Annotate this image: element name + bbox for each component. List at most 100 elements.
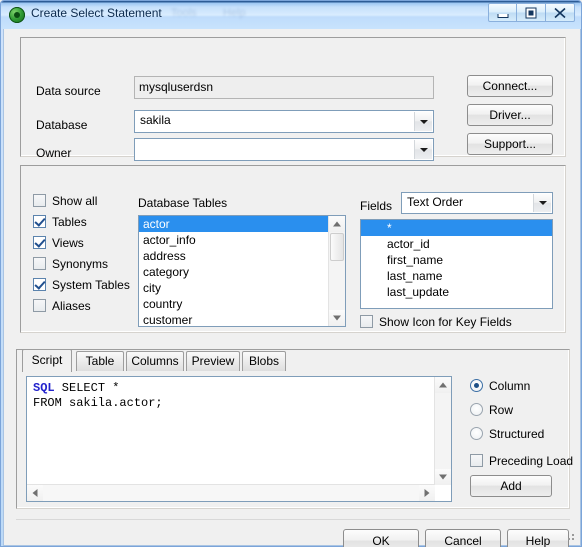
- triangle-right-icon: [424, 489, 430, 497]
- support-button[interactable]: Support...: [467, 133, 553, 155]
- owner-select[interactable]: [134, 138, 434, 161]
- list-item[interactable]: last_update: [361, 284, 552, 300]
- checkbox-label: Aliases: [52, 299, 91, 313]
- field-order-select[interactable]: Text Order: [401, 192, 553, 214]
- checkbox-box: [33, 278, 46, 291]
- sql-keyword: SQL: [33, 381, 55, 395]
- radio-label: Structured: [489, 427, 545, 441]
- checkbox-synonyms[interactable]: Synonyms: [33, 257, 108, 271]
- owner-dropdown-button[interactable]: [414, 140, 432, 159]
- checkbox-preceding-load[interactable]: Preceding Load: [470, 454, 573, 468]
- restore-button[interactable]: [517, 3, 546, 22]
- footer-divider: [16, 519, 570, 520]
- owner-label: Owner: [36, 146, 72, 160]
- database-dropdown-button[interactable]: [414, 112, 432, 131]
- scroll-down-button[interactable]: [329, 310, 345, 326]
- list-item[interactable]: first_name: [361, 252, 552, 268]
- checkbox-label: Preceding Load: [489, 454, 574, 468]
- checkbox-label: Show all: [52, 194, 98, 208]
- list-item[interactable]: customer: [139, 312, 345, 326]
- help-button[interactable]: Help: [507, 529, 569, 547]
- script-line-2: FROM sakila.actor;: [33, 396, 163, 410]
- list-item[interactable]: city: [139, 280, 345, 296]
- scroll-right-button[interactable]: [419, 485, 435, 501]
- ok-button[interactable]: OK: [343, 529, 419, 547]
- checkbox-tables[interactable]: Tables: [33, 215, 87, 229]
- fields-listbox[interactable]: * actor_id first_name last_name last_upd…: [360, 219, 553, 309]
- scroll-down-button[interactable]: [435, 469, 451, 485]
- checkbox-label: Synonyms: [52, 257, 109, 271]
- radio-column[interactable]: Column: [470, 379, 530, 393]
- tables-vertical-scrollbar[interactable]: [328, 216, 345, 326]
- checkbox-aliases[interactable]: Aliases: [33, 299, 91, 313]
- triangle-left-icon: [32, 489, 38, 497]
- script-vertical-scrollbar[interactable]: [434, 377, 451, 485]
- application-window: Create Select Statement Tools Help Data …: [0, 0, 582, 547]
- chevron-down-icon: [538, 201, 547, 205]
- script-code: SQL SELECT * FROM sakila.actor;: [33, 381, 163, 411]
- script-editor[interactable]: SQL SELECT * FROM sakila.actor;: [26, 376, 452, 502]
- checkbox-system-tables[interactable]: System Tables: [33, 278, 130, 292]
- tab-script[interactable]: Script: [22, 349, 72, 372]
- list-item[interactable]: category: [139, 264, 345, 280]
- list-item[interactable]: actor_info: [139, 232, 345, 248]
- scroll-up-button[interactable]: [435, 377, 451, 393]
- radio-row[interactable]: Row: [470, 403, 513, 417]
- close-button[interactable]: [546, 3, 575, 22]
- tab-columns[interactable]: Columns: [126, 351, 184, 371]
- checkbox-box: [33, 215, 46, 228]
- tab-blobs[interactable]: Blobs: [242, 351, 286, 371]
- datasource-label: Data source: [36, 84, 101, 98]
- field-order-value: Text Order: [407, 195, 464, 209]
- radio-circle: [470, 403, 483, 416]
- database-tables-listbox[interactable]: actor actor_info address category city c…: [138, 215, 346, 327]
- resize-grip[interactable]: [564, 530, 576, 542]
- checkbox-label: Tables: [52, 215, 87, 229]
- database-tables-label: Database Tables: [138, 196, 228, 210]
- radio-structured[interactable]: Structured: [470, 427, 544, 441]
- scroll-left-button[interactable]: [27, 485, 43, 501]
- checkbox-box: [33, 236, 46, 249]
- field-order-dropdown-button[interactable]: [533, 194, 551, 212]
- minimize-button[interactable]: [488, 3, 517, 22]
- list-item[interactable]: last_name: [361, 268, 552, 284]
- list-item[interactable]: *: [361, 220, 552, 236]
- triangle-down-icon: [439, 474, 447, 480]
- window-title: Create Select Statement: [31, 6, 162, 20]
- radio-label: Row: [489, 403, 514, 417]
- triangle-down-icon: [333, 315, 341, 321]
- restore-icon: [525, 7, 537, 18]
- add-button[interactable]: Add: [470, 475, 552, 497]
- cancel-button[interactable]: Cancel: [425, 529, 501, 547]
- radio-circle: [470, 379, 483, 392]
- scroll-up-button[interactable]: [329, 216, 345, 232]
- app-logo-icon: [9, 7, 25, 23]
- dialog-client-area: Data source mysqluserdsn Database sakila…: [3, 29, 581, 547]
- checkbox-label: Show Icon for Key Fields: [379, 315, 512, 329]
- checkbox-show-all[interactable]: Show all: [33, 194, 97, 208]
- checkbox-show-icon-for-key-fields[interactable]: Show Icon for Key Fields: [360, 315, 512, 329]
- tab-table[interactable]: Table: [76, 351, 124, 371]
- ghost-text-tools: Tools: [171, 7, 197, 19]
- checkbox-box: [360, 315, 373, 328]
- fields-list: * actor_id first_name last_name last_upd…: [361, 220, 552, 300]
- checkbox-box: [33, 299, 46, 312]
- database-tables-list: actor actor_info address category city c…: [139, 216, 345, 326]
- tab-preview[interactable]: Preview: [186, 351, 240, 371]
- list-item[interactable]: actor_id: [361, 236, 552, 252]
- triangle-up-icon: [439, 382, 447, 388]
- list-item[interactable]: actor: [139, 216, 345, 232]
- checkbox-box: [470, 454, 483, 467]
- list-item[interactable]: address: [139, 248, 345, 264]
- script-horizontal-scrollbar[interactable]: [27, 484, 435, 501]
- scrollbar-thumb[interactable]: [330, 233, 344, 261]
- checkbox-views[interactable]: Views: [33, 236, 84, 250]
- checkbox-box: [33, 257, 46, 270]
- database-label: Database: [36, 118, 88, 132]
- list-item[interactable]: country: [139, 296, 345, 312]
- triangle-up-icon: [333, 221, 341, 227]
- window-controls: [488, 3, 575, 22]
- connect-button[interactable]: Connect...: [467, 75, 553, 97]
- driver-button[interactable]: Driver...: [467, 104, 553, 126]
- database-select[interactable]: sakila: [134, 110, 434, 133]
